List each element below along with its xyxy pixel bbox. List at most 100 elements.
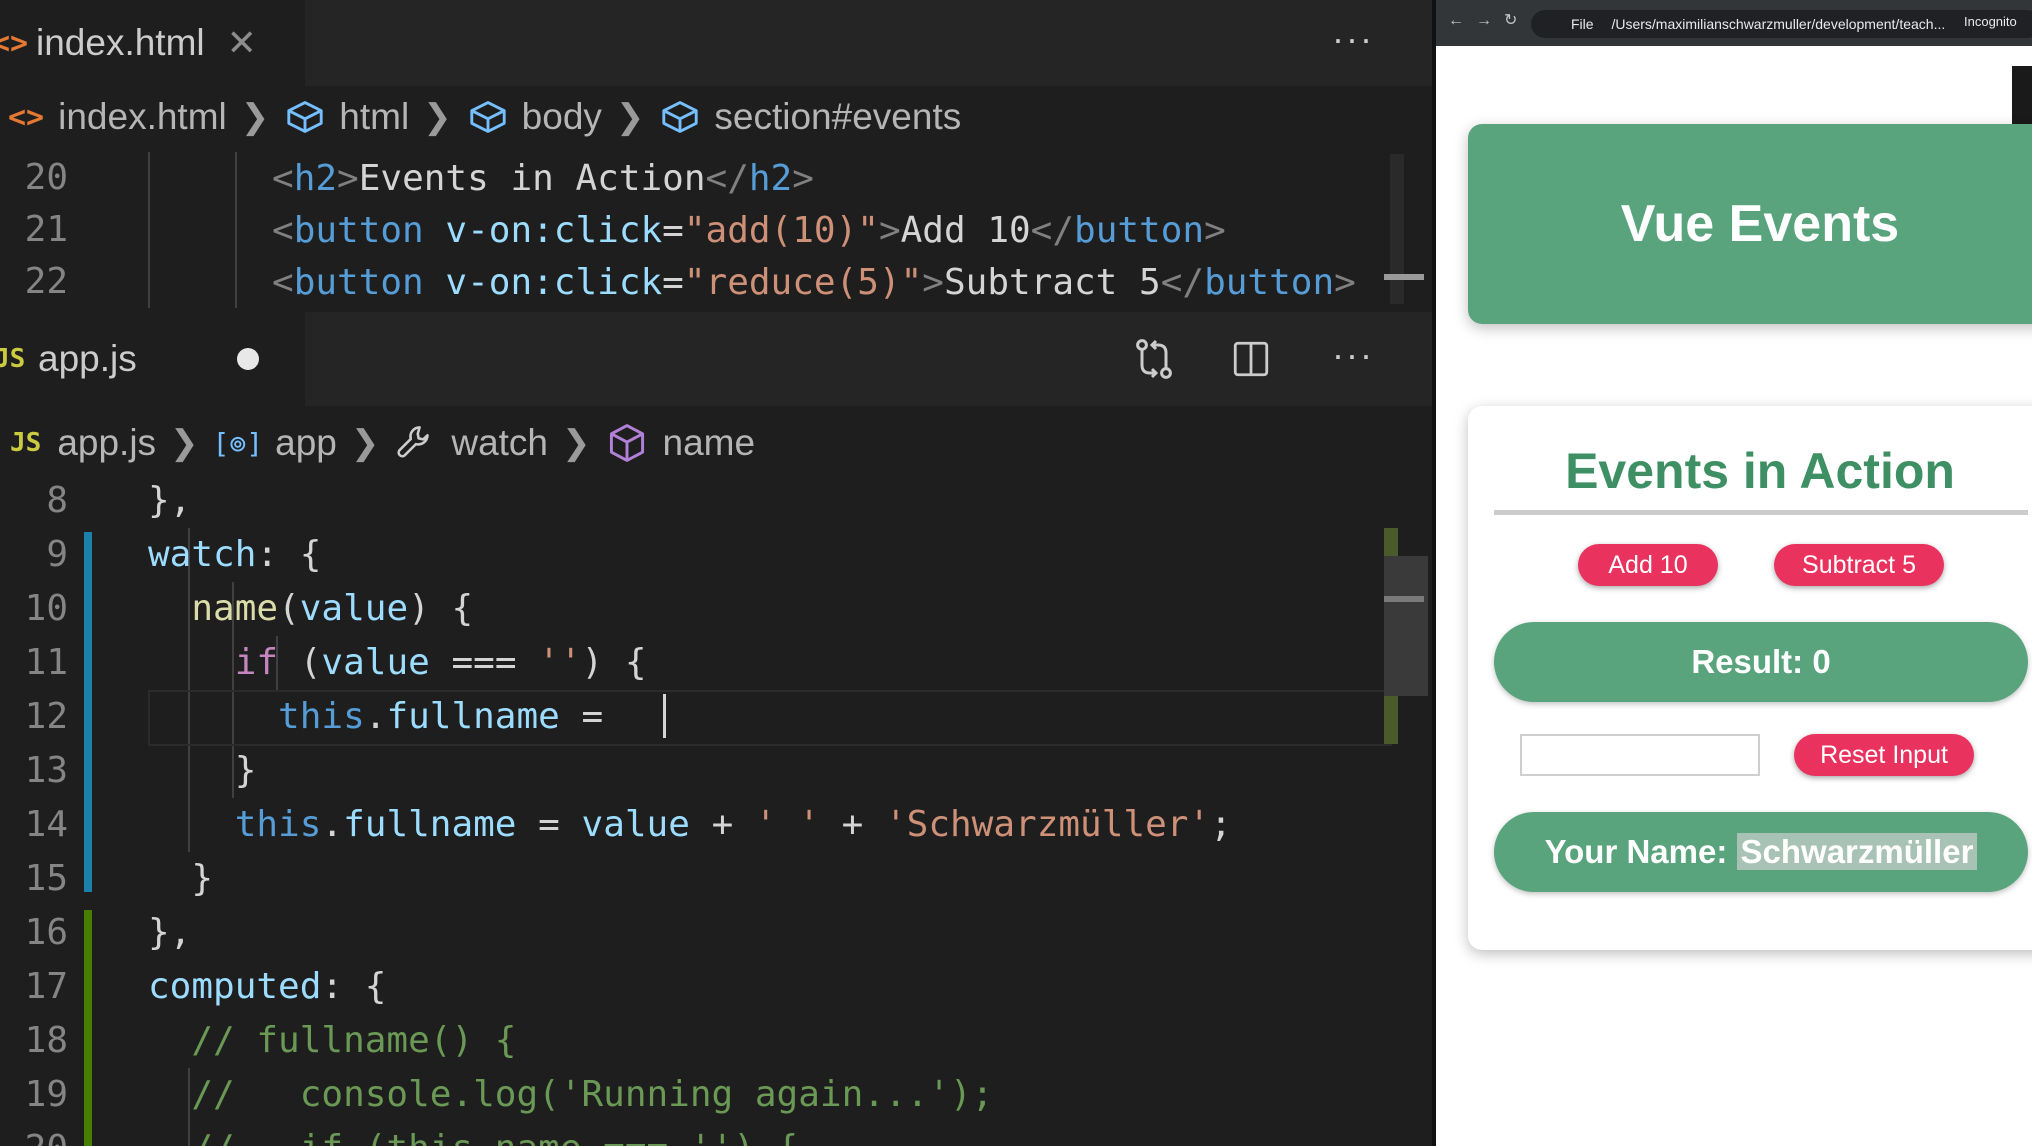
name-display: Your Name: Schwarzmüller xyxy=(1494,812,2028,892)
line-number: 9 xyxy=(46,534,68,575)
line-number: 14 xyxy=(24,804,68,845)
code-line[interactable]: 11 if (value === '') { xyxy=(0,636,1400,690)
code-line[interactable]: 19 // console.log('Running again...'); xyxy=(0,1068,1400,1122)
page-title: Vue Events xyxy=(1620,195,1900,253)
name-input[interactable] xyxy=(1520,734,1760,776)
line-number: 8 xyxy=(46,480,68,521)
source-control-compare-icon[interactable] xyxy=(1130,334,1178,384)
code-text: // fullname() { xyxy=(191,1020,517,1061)
vue-header: Vue Events xyxy=(1468,124,2032,324)
code-text: <button v-on:click="reduce(5)">Subtract … xyxy=(272,262,1356,303)
name-label: Your Name: xyxy=(1544,833,1737,870)
code-text: // console.log('Running again...'); xyxy=(191,1074,994,1115)
code-text: } xyxy=(148,858,214,899)
breadcrumb-section[interactable]: section#events xyxy=(714,96,961,138)
html-file-icon: <> xyxy=(8,99,45,135)
scrollbar[interactable] xyxy=(1390,154,1404,304)
line-number: 11 xyxy=(24,642,68,683)
code-line[interactable]: 15 } xyxy=(0,852,1400,906)
events-section: Events in Action Add 10 Subtract 5 Resul… xyxy=(1468,406,2032,950)
breadcrumb-watch[interactable]: watch xyxy=(451,422,548,464)
code-text: }, xyxy=(148,912,192,953)
result-display: Result: 0 xyxy=(1494,622,2028,702)
top-tab-bar: <> index.html ✕ ··· xyxy=(0,0,1432,86)
chevron-right-icon: ❯ xyxy=(615,98,645,136)
line-number: 21 xyxy=(24,209,68,250)
line-number: 22 xyxy=(24,261,68,302)
code-line[interactable]: 20 // if (this.name === '') { xyxy=(0,1122,1400,1146)
title-divider xyxy=(1494,510,2028,515)
code-line[interactable]: 18 // fullname() { xyxy=(0,1014,1400,1068)
close-icon[interactable]: ✕ xyxy=(227,22,257,64)
line-number: 17 xyxy=(24,966,68,1007)
unsaved-dot-icon[interactable] xyxy=(236,348,259,370)
code-text: this.fullname = value + ' ' + 'Schwarzmü… xyxy=(234,804,1232,845)
line-number: 15 xyxy=(24,858,68,899)
code-line[interactable]: 12 this.fullname = xyxy=(0,690,1400,744)
navigation-icons[interactable]: ←→↻ xyxy=(1448,10,1529,30)
minimap-slider[interactable] xyxy=(1384,596,1424,602)
cube-icon xyxy=(470,101,506,133)
chevron-right-icon: ❯ xyxy=(240,98,270,136)
code-text: watch: { xyxy=(148,534,322,575)
tab-label: index.html xyxy=(36,22,205,63)
breadcrumb-app[interactable]: app xyxy=(275,422,337,464)
code-line[interactable]: 21 <button v-on:click="add(10)">Add 10</b… xyxy=(0,204,1400,258)
breadcrumb-name[interactable]: name xyxy=(663,422,756,464)
code-text: // if (this.name === '') { xyxy=(148,1122,798,1146)
breadcrumb-html[interactable]: html xyxy=(339,96,409,138)
code-line[interactable]: 8}, xyxy=(0,474,1400,528)
reset-input-button[interactable]: Reset Input xyxy=(1794,734,1974,776)
js-file-icon: JS xyxy=(10,428,42,458)
js-file-icon: JS xyxy=(0,344,26,374)
more-actions-icon[interactable]: ··· xyxy=(1332,334,1374,376)
code-text: if (value === '') { xyxy=(234,642,647,683)
text-cursor xyxy=(663,694,666,738)
chevron-right-icon: ❯ xyxy=(170,424,199,462)
code-editor: <> index.html ✕ ··· <> index.html ❯ html… xyxy=(0,0,1432,1146)
breadcrumb: JS app.js ❯ [⊚] app ❯ watch ❯ name xyxy=(0,412,1432,474)
minimap-slider[interactable] xyxy=(1384,274,1424,280)
code-line[interactable]: 13 } xyxy=(0,744,1400,798)
code-area-index-html[interactable]: 20 <h2>Events in Action</h2> 21 <button v-o… xyxy=(0,152,1432,308)
code-line[interactable]: 16}, xyxy=(0,906,1400,960)
method-cube-icon xyxy=(609,424,644,462)
line-number: 18 xyxy=(24,1020,68,1061)
line-number: 19 xyxy=(24,1074,68,1115)
url-text: /Users/maximilianschwarzmuller/developme… xyxy=(1611,16,1946,32)
chevron-right-icon: ❯ xyxy=(350,424,380,462)
line-number: 16 xyxy=(24,912,68,953)
tab-index-html[interactable]: <> index.html ✕ xyxy=(0,0,305,86)
html-file-icon: <> xyxy=(0,25,29,61)
breadcrumb-file[interactable]: index.html xyxy=(58,96,227,138)
code-line[interactable]: 10 name(value) { xyxy=(0,582,1400,636)
subtract-5-button[interactable]: Subtract 5 xyxy=(1774,544,1944,586)
incognito-label: Incognito xyxy=(1964,14,2017,29)
cube-icon xyxy=(662,101,699,133)
tab-app-js[interactable]: JS app.js xyxy=(0,312,305,406)
section-title: Events in Action xyxy=(1565,443,1955,499)
line-number: 20 xyxy=(24,157,68,198)
breadcrumb-file[interactable]: app.js xyxy=(57,422,156,464)
variable-icon: [⊚] xyxy=(212,426,264,460)
code-text: } xyxy=(148,750,257,791)
scrollbar-thumb[interactable] xyxy=(1384,556,1428,696)
code-area-app-js[interactable]: 8}, 9 watch: {10 name(value) {11 if (value… xyxy=(0,474,1432,1146)
code-line[interactable]: 22 <button v-on:click="reduce(5)">Subtrac… xyxy=(0,256,1400,310)
wrench-icon xyxy=(397,426,430,458)
cube-icon xyxy=(287,101,323,133)
tab-label: app.js xyxy=(38,338,137,379)
split-editor-icon[interactable] xyxy=(1230,338,1272,380)
add-10-button[interactable]: Add 10 xyxy=(1578,544,1718,586)
code-line[interactable]: 20 <h2>Events in Action</h2> xyxy=(0,152,1400,206)
chevron-right-icon: ❯ xyxy=(423,98,452,136)
breadcrumb: <> index.html ❯ html ❯ body ❯ section#ev… xyxy=(0,86,1432,148)
name-value: Schwarzmüller xyxy=(1736,833,1978,870)
address-bar[interactable]: File /Users/maximilianschwarzmuller/deve… xyxy=(1531,10,2032,38)
code-line[interactable]: 17 computed: { xyxy=(0,960,1400,1014)
more-actions-icon[interactable]: ··· xyxy=(1332,18,1374,60)
code-text: computed: { xyxy=(148,966,387,1007)
code-line[interactable]: 9 watch: { xyxy=(0,528,1400,582)
code-line[interactable]: 14 this.fullname = value + ' ' + 'Schwar… xyxy=(0,798,1400,852)
breadcrumb-body[interactable]: body xyxy=(522,96,602,138)
